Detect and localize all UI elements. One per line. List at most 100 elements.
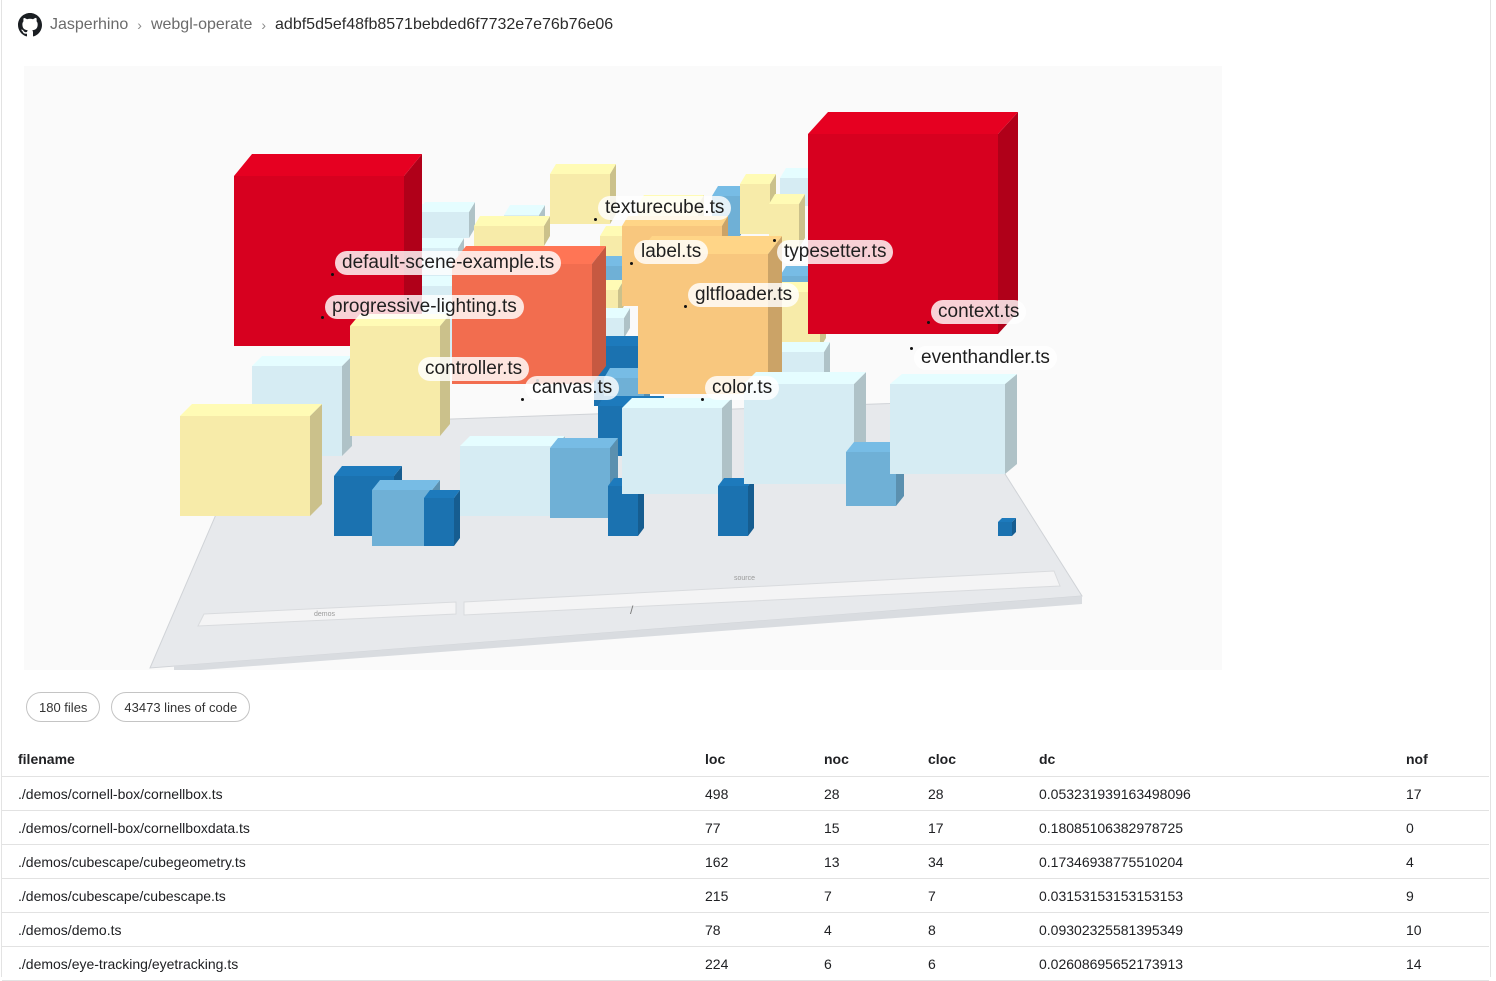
file-count-chip[interactable]: 180 files <box>26 692 101 722</box>
filename-cell: ./demos/cubescape/cubescape.ts <box>18 887 226 904</box>
district-label-source: source <box>734 575 755 582</box>
label-anchor-dot <box>927 321 930 324</box>
nof-cell: 14 <box>1406 955 1422 972</box>
noc-cell: 15 <box>824 819 840 836</box>
building-face <box>474 226 544 246</box>
building-face <box>252 356 352 366</box>
file-label-progressive-lighting[interactable]: progressive-lighting.ts <box>325 295 524 319</box>
table-row[interactable]: ./demos/cornell-box/cornellbox.ts 498 28… <box>2 777 1489 811</box>
loc-count-chip[interactable]: 43473 lines of code <box>111 692 251 722</box>
nof-cell: 4 <box>1406 853 1414 870</box>
dc-cell: 0.18085106382978725 <box>1039 819 1184 836</box>
file-label-default-scene-example[interactable]: default-scene-example.ts <box>335 251 562 275</box>
column-header-nof[interactable]: nof <box>1406 742 1428 776</box>
building-face <box>310 404 322 516</box>
building-face <box>180 404 322 416</box>
file-label-canvas[interactable]: canvas.ts <box>525 376 620 400</box>
noc-cell: 28 <box>824 785 840 802</box>
dc-cell: 0.09302325581395349 <box>1039 921 1184 938</box>
filename-cell: ./demos/demo.ts <box>18 921 122 938</box>
dc-cell: 0.053231939163498096 <box>1039 785 1191 802</box>
label-anchor-dot <box>773 239 776 242</box>
district-label-demos: demos <box>314 611 336 618</box>
dc-cell: 0.17346938775510204 <box>1039 853 1184 870</box>
cloc-cell: 8 <box>928 921 936 938</box>
building-face <box>638 254 768 394</box>
building-face <box>180 416 310 516</box>
building-face <box>474 216 550 226</box>
breadcrumb-repo-link[interactable]: webgl-operate <box>151 16 252 34</box>
nof-cell: 10 <box>1406 921 1422 938</box>
breadcrumb: Jasperhino › webgl-operate › adbf5d5ef48… <box>18 12 613 38</box>
github-icon[interactable] <box>18 13 42 37</box>
table-row[interactable]: ./demos/demo.ts 78 4 8 0.093023255813953… <box>2 913 1489 947</box>
nof-cell: 0 <box>1406 819 1414 836</box>
label-anchor-dot <box>321 316 324 319</box>
noc-cell: 7 <box>824 887 832 904</box>
building-face <box>424 490 460 498</box>
table-row[interactable]: ./demos/eye-tracking/eyetracking.ts 224 … <box>2 947 1489 981</box>
building-face <box>460 436 565 446</box>
cloc-cell: 34 <box>928 853 944 870</box>
building-face <box>740 174 776 184</box>
loc-cell: 77 <box>705 819 721 836</box>
nof-cell: 17 <box>1406 785 1422 802</box>
cloc-cell: 17 <box>928 819 944 836</box>
noc-cell: 6 <box>824 955 832 972</box>
column-header-loc[interactable]: loc <box>705 742 725 776</box>
building-face <box>748 478 754 536</box>
file-label-color[interactable]: color.ts <box>705 376 780 400</box>
file-label-texturecube[interactable]: texturecube.ts <box>598 196 732 220</box>
building-face <box>504 205 545 215</box>
table-header-row: filename loc noc cloc dc nof <box>2 742 1489 777</box>
table-row[interactable]: ./demos/cubescape/cubescape.ts 215 7 7 0… <box>2 879 1489 913</box>
building-face <box>740 184 770 234</box>
building-face <box>808 112 1018 134</box>
dc-cell: 0.03153153153153153 <box>1039 887 1184 904</box>
loc-cell: 498 <box>705 785 729 802</box>
table-row[interactable]: ./demos/cubescape/cubegeometry.ts 162 13… <box>2 845 1489 879</box>
building-face <box>998 522 1012 536</box>
cloc-cell: 28 <box>928 785 944 802</box>
file-label-label[interactable]: label.ts <box>634 240 709 264</box>
label-anchor-dot <box>594 218 597 221</box>
building-face <box>846 452 896 506</box>
column-header-dc[interactable]: dc <box>1039 742 1055 776</box>
loc-cell: 162 <box>705 853 729 870</box>
file-label-gltfloader[interactable]: gltfloader.ts <box>688 283 800 307</box>
building-face <box>234 154 422 176</box>
chevron-right-icon: › <box>261 17 267 33</box>
file-label-context[interactable]: context.ts <box>931 300 1027 324</box>
file-label-eventhandler[interactable]: eventhandler.ts <box>914 346 1057 370</box>
label-anchor-dot <box>684 305 687 308</box>
building-face <box>890 374 1017 384</box>
breadcrumb-owner-link[interactable]: Jasperhino <box>50 16 128 34</box>
building-face <box>622 408 722 494</box>
frame-right-border <box>1490 0 1491 977</box>
codecity-3d-canvas[interactable]: demos source / texturecube.ts label.ts t… <box>24 66 1222 670</box>
label-anchor-dot <box>331 273 334 276</box>
loc-cell: 215 <box>705 887 729 904</box>
cloc-cell: 6 <box>928 955 936 972</box>
column-header-cloc[interactable]: cloc <box>928 742 956 776</box>
building-face <box>372 480 440 490</box>
building-face <box>550 164 616 174</box>
label-anchor-dot <box>521 398 524 401</box>
nof-cell: 9 <box>1406 887 1414 904</box>
filename-cell: ./demos/cornell-box/cornellboxdata.ts <box>18 819 250 836</box>
chevron-right-icon: › <box>137 17 142 33</box>
file-label-controller[interactable]: controller.ts <box>418 357 530 381</box>
breadcrumb-commit: adbf5d5ef48fb8571bebded6f7732e7e76b76e06 <box>275 16 614 33</box>
building-face <box>718 486 748 536</box>
table-row[interactable]: ./demos/cornell-box/cornellboxdata.ts 77… <box>2 811 1489 845</box>
column-header-noc[interactable]: noc <box>824 742 849 776</box>
building-face <box>460 446 555 516</box>
noc-cell: 13 <box>824 853 840 870</box>
building-face <box>769 194 805 204</box>
building-face <box>350 326 440 436</box>
stats-chips: 180 files 43473 lines of code <box>26 692 251 722</box>
file-label-typesetter[interactable]: typesetter.ts <box>777 240 894 264</box>
filename-cell: ./demos/cornell-box/cornellbox.ts <box>18 785 223 802</box>
column-header-filename[interactable]: filename <box>18 742 75 776</box>
buildings-group <box>180 112 1018 546</box>
